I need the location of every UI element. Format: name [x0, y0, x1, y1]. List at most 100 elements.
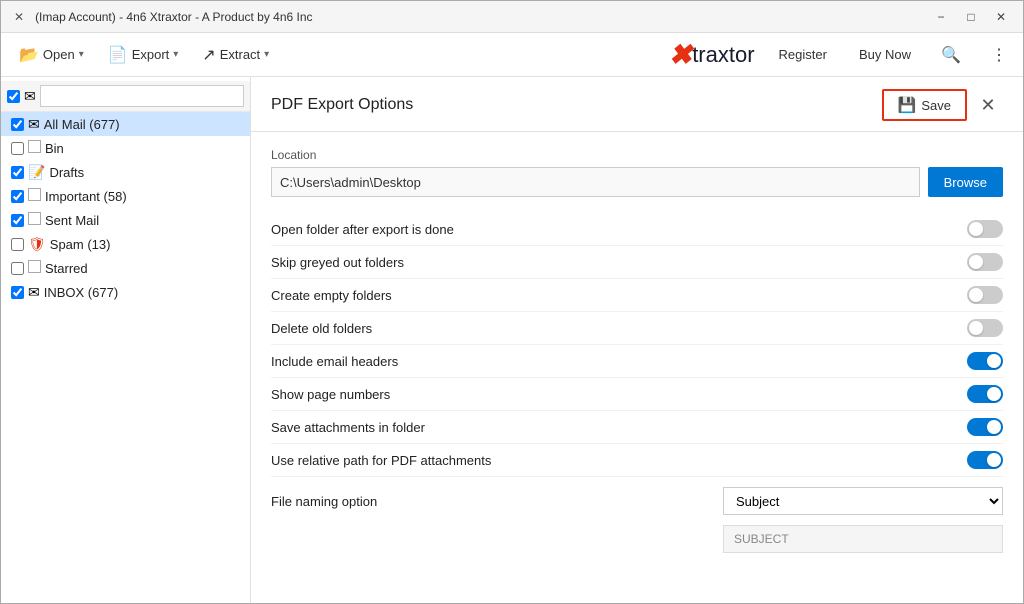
extract-icon: ↗ [202, 45, 215, 65]
sidebar-folder-item[interactable]: ✉ All Mail (677) [1, 112, 250, 136]
save-button[interactable]: 💾 Save [882, 89, 967, 121]
location-row: Browse [271, 167, 1003, 197]
toggle-row: Create empty folders [271, 279, 1003, 312]
brand-area: ✖ traxtor Register Buy Now 🔍 ⋮ [669, 38, 1015, 71]
toggle-thumb [969, 255, 983, 269]
sidebar-check-icon: ✉ [24, 88, 36, 105]
folder-name: Drafts [49, 165, 244, 180]
folder-name: INBOX (677) [44, 285, 244, 300]
extract-label: Extract [220, 47, 260, 62]
export-icon: 📄 [108, 45, 128, 65]
title-bar: ✕ (Imap Account) - 4n6 Xtraxtor - A Prod… [1, 1, 1023, 33]
folder-list: ✉ All Mail (677) Bin 📝 Drafts Important (58) S… [1, 112, 250, 304]
toggle-thumb [987, 387, 1001, 401]
brand-x-letter: ✖ [669, 38, 692, 71]
sidebar-folder-item[interactable]: ✉ INBOX (677) [1, 280, 250, 304]
export-label: Export [132, 47, 170, 62]
brand-name: traxtor [692, 42, 754, 68]
folder-name: All Mail (677) [44, 117, 244, 132]
sidebar: ✉ ✉ All Mail (677) Bin 📝 Drafts Important (58… [1, 77, 251, 603]
folder-checkbox[interactable] [11, 190, 24, 203]
sidebar-folder-item[interactable]: Bin [1, 136, 250, 160]
toggle-row: Use relative path for PDF attachments [271, 444, 1003, 477]
toggle-label: Delete old folders [271, 321, 372, 336]
toggle-switch[interactable] [967, 253, 1003, 271]
folder-checkbox[interactable] [11, 166, 24, 179]
folder-icon: 📝 [28, 164, 45, 181]
close-panel-button[interactable]: ✕ [973, 90, 1003, 120]
search-button[interactable]: 🔍 [935, 39, 967, 71]
folder-icon [28, 188, 41, 204]
sidebar-folder-item[interactable]: Sent Mail [1, 208, 250, 232]
extract-button[interactable]: ↗ Extract ▾ [192, 41, 279, 69]
toggle-switch[interactable] [967, 220, 1003, 238]
folder-checkbox[interactable] [11, 214, 24, 227]
toggle-switch[interactable] [967, 352, 1003, 370]
title-bar-x-icon[interactable]: ✕ [9, 8, 29, 26]
toggle-switch[interactable] [967, 418, 1003, 436]
app-window: ✕ (Imap Account) - 4n6 Xtraxtor - A Prod… [0, 0, 1024, 604]
minimize-button[interactable]: − [927, 6, 955, 28]
location-label: Location [271, 148, 1003, 162]
folder-checkbox[interactable] [11, 118, 24, 131]
folder-name: Sent Mail [45, 213, 244, 228]
location-section: Location Browse [271, 148, 1003, 197]
sidebar-folder-item[interactable]: Starred [1, 256, 250, 280]
sidebar-select-all-checkbox[interactable] [7, 90, 20, 103]
buynow-link[interactable]: Buy Now [851, 43, 919, 66]
title-bar-controls: − □ ✕ [927, 6, 1015, 28]
sidebar-folder-item[interactable]: 🛡Spam (13) [1, 232, 250, 256]
sidebar-folder-item[interactable]: 📝 Drafts [1, 160, 250, 184]
options-title: PDF Export Options [271, 96, 413, 114]
toggle-thumb [987, 354, 1001, 368]
toggle-label: Open folder after export is done [271, 222, 454, 237]
file-naming-select[interactable]: SubjectDateFromTo [723, 487, 1003, 515]
options-header: PDF Export Options 💾 Save ✕ [251, 77, 1023, 132]
folder-checkbox[interactable] [11, 238, 24, 251]
title-bar-left: ✕ (Imap Account) - 4n6 Xtraxtor - A Prod… [9, 8, 927, 26]
folder-icon: ✉ [28, 116, 40, 133]
folder-checkbox[interactable] [11, 262, 24, 275]
folder-icon: 🛡 [28, 236, 46, 253]
sidebar-search-input[interactable] [40, 85, 244, 107]
toggle-label: Include email headers [271, 354, 398, 369]
toggle-switch[interactable] [967, 385, 1003, 403]
toggle-thumb [969, 222, 983, 236]
toggle-row: Skip greyed out folders [271, 246, 1003, 279]
extract-chevron-icon: ▾ [264, 49, 269, 60]
toggle-label: Show page numbers [271, 387, 390, 402]
export-button[interactable]: 📄 Export ▾ [98, 41, 189, 69]
more-options-button[interactable]: ⋮ [983, 39, 1015, 71]
folder-name: Important (58) [45, 189, 244, 204]
register-link[interactable]: Register [771, 43, 835, 66]
folder-icon [28, 212, 41, 228]
options-panel: PDF Export Options 💾 Save ✕ Location [251, 77, 1023, 603]
toggle-thumb [969, 288, 983, 302]
toggle-label: Save attachments in folder [271, 420, 425, 435]
sidebar-header: ✉ [1, 81, 250, 112]
title-bar-title: (Imap Account) - 4n6 Xtraxtor - A Produc… [35, 10, 312, 24]
toggle-switch[interactable] [967, 451, 1003, 469]
folder-icon: ✉ [28, 284, 40, 301]
folder-checkbox[interactable] [11, 286, 24, 299]
toggle-row: Delete old folders [271, 312, 1003, 345]
brand-logo: ✖ traxtor [669, 38, 755, 71]
open-label: Open [43, 47, 75, 62]
location-input[interactable] [271, 167, 920, 197]
browse-button[interactable]: Browse [928, 167, 1003, 197]
open-button[interactable]: 📂 Open ▾ [9, 41, 94, 69]
folder-checkbox[interactable] [11, 142, 24, 155]
right-panel: PDF Export Options 💾 Save ✕ Location [251, 77, 1023, 603]
toggle-switch[interactable] [967, 319, 1003, 337]
toggle-row: Show page numbers [271, 378, 1003, 411]
folder-icon [28, 260, 41, 276]
maximize-button[interactable]: □ [957, 6, 985, 28]
close-window-button[interactable]: ✕ [987, 6, 1015, 28]
toggle-label: Skip greyed out folders [271, 255, 404, 270]
toggle-switch[interactable] [967, 286, 1003, 304]
options-header-actions: 💾 Save ✕ [882, 89, 1003, 121]
sidebar-folder-item[interactable]: Important (58) [1, 184, 250, 208]
folder-name: Starred [45, 261, 244, 276]
save-icon: 💾 [898, 96, 917, 114]
open-folder-icon: 📂 [19, 45, 39, 65]
